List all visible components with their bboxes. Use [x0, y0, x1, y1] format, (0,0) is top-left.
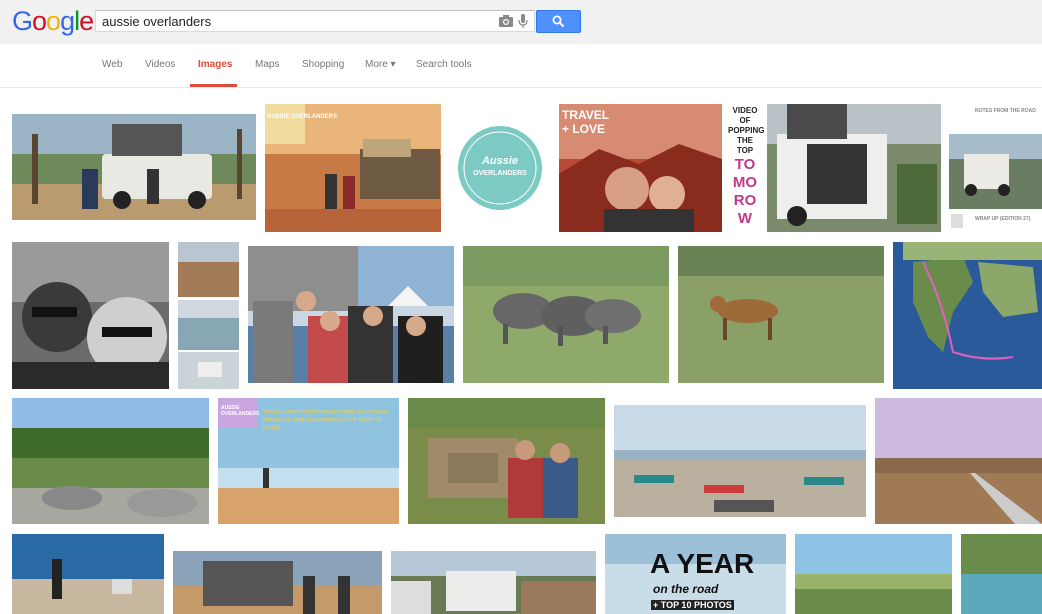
image-result[interactable] [408, 398, 605, 524]
thumb-caption: TO MO RO W [732, 156, 758, 227]
tab-shopping[interactable]: Shopping [302, 59, 344, 70]
tab-web[interactable]: Web [102, 59, 122, 70]
tab-search-tools[interactable]: Search tools [416, 59, 472, 70]
image-result[interactable] [795, 534, 952, 614]
tab-maps[interactable]: Maps [255, 59, 279, 70]
thumb-caption: + LOVE [562, 122, 606, 136]
image-result[interactable] [614, 405, 866, 517]
image-result[interactable] [893, 242, 1042, 389]
logo-letter: o [32, 6, 47, 36]
top-bar: Google [0, 0, 1042, 44]
thumb-caption: on the road [653, 582, 719, 596]
image-result[interactable]: NOTES FROM THE ROAD WRAP UP (EDITION 27) [949, 104, 1042, 232]
image-result[interactable] [248, 246, 454, 383]
image-result[interactable]: AUSSIE OVERLANDERS [265, 104, 441, 232]
image-result[interactable] [391, 551, 596, 614]
search-box[interactable] [95, 10, 535, 32]
image-result[interactable] [767, 104, 941, 232]
tab-more[interactable]: More ▾ [365, 59, 396, 70]
image-result[interactable] [961, 534, 1042, 614]
image-result[interactable]: AUSSIE OVERLANDERS TRAVEL is more than t… [218, 398, 399, 524]
image-result[interactable] [173, 551, 382, 614]
thumb-caption: VIDEO OF POPPING THE TOP [728, 106, 764, 155]
image-result[interactable] [12, 534, 164, 614]
thumb-caption: A YEAR [650, 548, 755, 579]
tab-videos[interactable]: Videos [145, 59, 175, 70]
search-nav: Web Videos Images Maps Shopping More ▾ S… [0, 44, 1042, 88]
logo-letter: e [79, 6, 94, 36]
logo-letter: G [12, 6, 33, 36]
active-tab-indicator [190, 84, 237, 87]
image-result[interactable]: A YEAR on the road + TOP 10 PHOTOS [605, 534, 786, 614]
search-button[interactable] [536, 10, 581, 33]
thumb-caption: TRAVEL is more than the seeing of sights… [263, 409, 388, 431]
image-result[interactable] [178, 242, 239, 389]
search-icon [552, 15, 565, 28]
image-result[interactable] [875, 398, 1042, 524]
search-input[interactable] [102, 12, 482, 30]
image-result[interactable] [12, 242, 169, 389]
logo-letter: o [46, 6, 61, 36]
tab-images[interactable]: Images [198, 59, 232, 70]
thumb-caption: OVERLANDERS [473, 170, 527, 177]
logo-letter: g [60, 6, 75, 36]
thumb-caption: TRAVEL [562, 108, 610, 122]
thumb-caption: WRAP UP (EDITION 27) [975, 216, 1031, 222]
microphone-icon[interactable] [518, 14, 528, 29]
thumb-caption: AUSSIE OVERLANDERS [267, 114, 338, 120]
thumb-caption: Aussie [481, 155, 519, 167]
thumb-caption: + TOP 10 PHOTOS [651, 600, 734, 610]
google-logo[interactable]: Google [12, 6, 94, 37]
thumb-caption: AUSSIE OVERLANDERS [221, 405, 260, 417]
thumb-caption: NOTES FROM THE ROAD [975, 108, 1036, 114]
image-result[interactable] [463, 246, 669, 383]
image-result[interactable] [678, 246, 884, 383]
image-result[interactable]: TRAVEL + LOVE [559, 104, 722, 232]
image-result[interactable] [12, 114, 256, 220]
image-result[interactable] [12, 398, 209, 524]
image-result[interactable]: Aussie OVERLANDERS [450, 123, 550, 213]
image-result[interactable]: VIDEO OF POPPING THE TOP TO MO RO W [726, 104, 764, 232]
camera-icon[interactable] [499, 15, 513, 27]
